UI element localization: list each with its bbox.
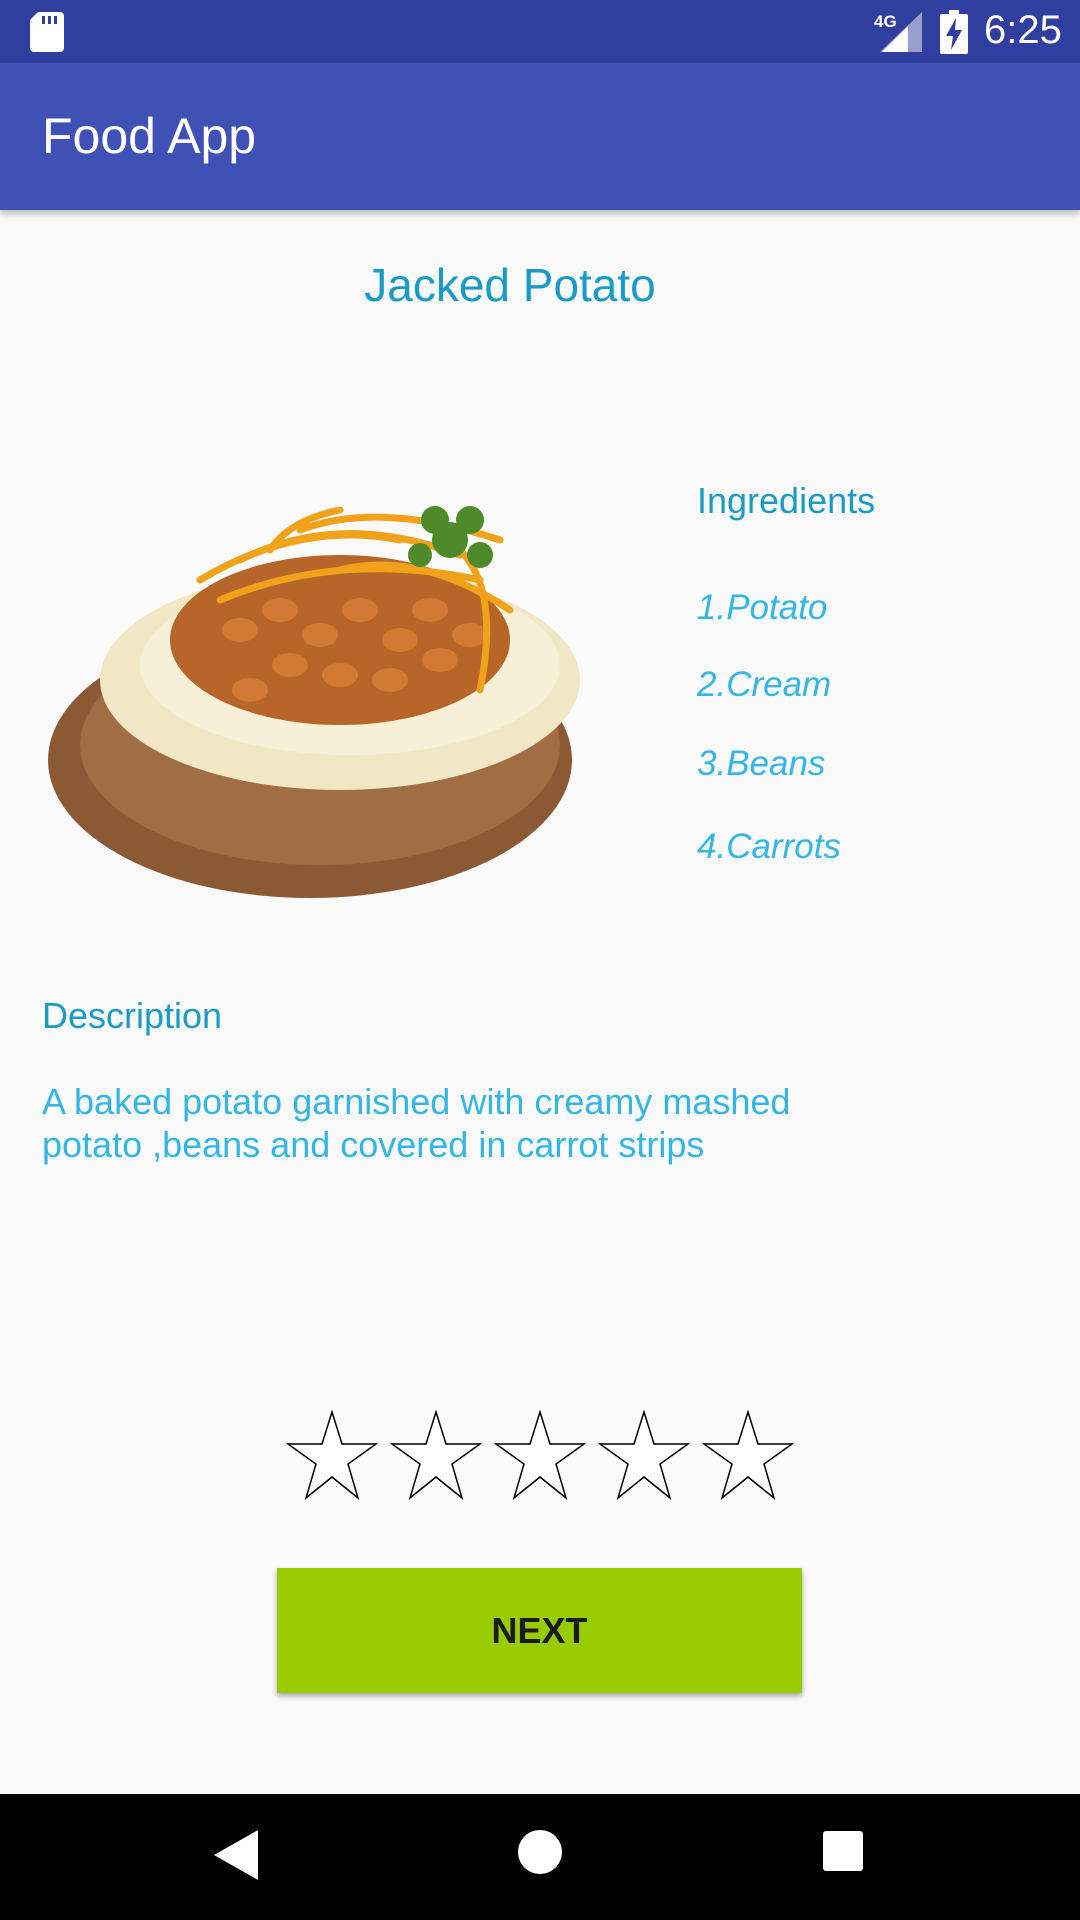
app-bar: Food App	[0, 63, 1080, 210]
ingredient-item: 3.Beans	[697, 744, 826, 783]
description-text: A baked potato garnished with creamy mas…	[42, 1081, 791, 1165]
ingredient-item: 4.Carrots	[697, 827, 841, 866]
home-icon[interactable]	[518, 1830, 562, 1874]
recent-apps-icon[interactable]	[823, 1831, 863, 1871]
sd-card-icon	[30, 12, 64, 52]
battery-charging-icon	[940, 10, 968, 54]
food-image	[48, 506, 580, 898]
next-button[interactable]: NEXT	[277, 1568, 802, 1693]
clock: 6:25	[984, 8, 1062, 52]
star-icon[interactable]	[488, 1404, 592, 1504]
ingredient-item: 2.Cream	[697, 665, 832, 704]
star-icon[interactable]	[280, 1404, 384, 1504]
rating-bar[interactable]	[280, 1404, 800, 1504]
ingredient-item: 1.Potato	[697, 588, 828, 627]
app-title: Food App	[42, 108, 257, 164]
food-title: Jacked Potato	[364, 259, 656, 311]
signal-icon	[880, 12, 922, 52]
description-title: Description	[42, 995, 223, 1036]
status-bar: 4G 6:25	[0, 0, 1080, 63]
star-icon[interactable]	[384, 1404, 488, 1504]
navigation-bar	[0, 1794, 1080, 1920]
back-icon[interactable]	[214, 1830, 258, 1880]
ingredients-title: Ingredients	[697, 480, 876, 521]
star-icon[interactable]	[592, 1404, 696, 1504]
star-icon[interactable]	[696, 1404, 800, 1504]
